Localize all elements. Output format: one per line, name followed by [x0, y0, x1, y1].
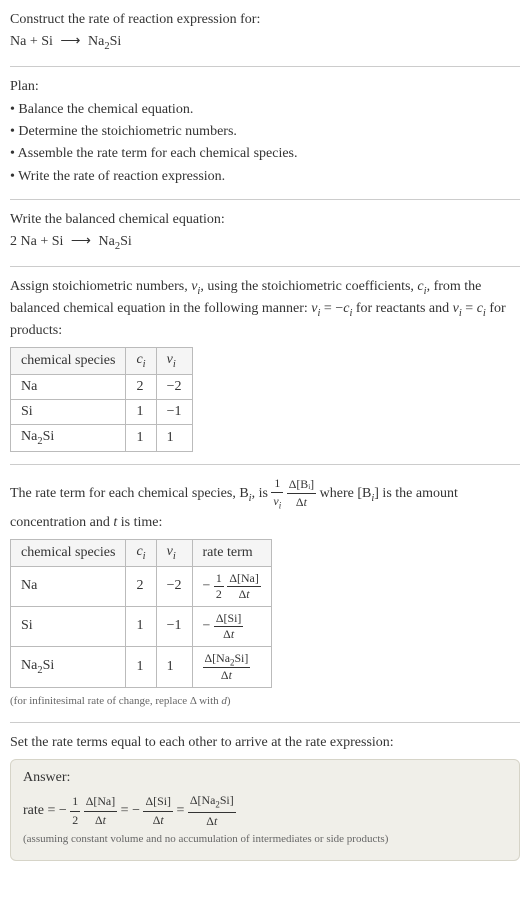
plan-heading: Plan: — [10, 77, 520, 97]
cell-species: Na — [11, 375, 126, 400]
fraction-dna-dt: Δ[Na]Δt — [84, 793, 117, 829]
plus-sign: + — [30, 34, 41, 49]
table-row: Na 2 −2 − 12 Δ[Na]Δt — [11, 566, 272, 606]
cell-species: Si — [11, 400, 126, 425]
table-row: Na2Si 1 1 — [11, 425, 193, 452]
unbalanced-equation: Na + Si ⟶ Na2Si — [10, 32, 520, 54]
fraction-dna-dt: Δ[Na]Δt — [227, 571, 260, 602]
coef-2: 2 — [10, 234, 17, 249]
plan-item: • Determine the stoichiometric numbers. — [10, 122, 520, 142]
rateterm-section: The rate term for each chemical species,… — [10, 475, 520, 710]
cell-species: Na2Si — [11, 646, 126, 687]
fraction-dsi-dt: Δ[Si]Δt — [143, 793, 172, 829]
species-na2si: Na2Si — [88, 34, 121, 49]
final-section: Set the rate terms equal to each other t… — [10, 733, 520, 861]
species-si: Si — [41, 34, 53, 49]
fraction-dbi-dt: Δ[Bᵢ]Δt — [287, 476, 316, 512]
divider — [10, 722, 520, 723]
answer-assumption: (assuming constant volume and no accumul… — [23, 832, 507, 848]
table-header-row: chemical species ci νi — [11, 348, 193, 375]
prompt-section: Construct the rate of reaction expressio… — [10, 10, 520, 54]
cell-species: Na2Si — [11, 425, 126, 452]
rateterm-footnote: (for infinitesimal rate of change, repla… — [10, 694, 520, 710]
plan-section: Plan: • Balance the chemical equation. •… — [10, 77, 520, 186]
divider — [10, 464, 520, 465]
stoich-section: Assign stoichiometric numbers, νi, using… — [10, 277, 520, 452]
col-species: chemical species — [11, 539, 126, 566]
rate-word: rate = — [23, 803, 59, 818]
table-row: Si 1 −1 − Δ[Si]Δt — [11, 606, 272, 646]
rateterm-text: The rate term for each chemical species,… — [10, 475, 520, 533]
cell-ci: 2 — [126, 375, 156, 400]
stoich-table: chemical species ci νi Na 2 −2 Si 1 −1 N… — [10, 347, 193, 452]
fraction-dna2si-dt: Δ[Na2Si]Δt — [203, 651, 251, 683]
balanced-heading: Write the balanced chemical equation: — [10, 210, 520, 230]
cell-nui: −1 — [156, 400, 192, 425]
cell-nui: 1 — [156, 646, 192, 687]
table-header-row: chemical species ci νi rate term — [11, 539, 272, 566]
divider — [10, 199, 520, 200]
answer-label: Answer: — [23, 770, 507, 786]
col-nui: νi — [156, 348, 192, 375]
species-na2si: Na2Si — [99, 234, 132, 249]
cell-ci: 2 — [126, 566, 156, 606]
cell-rateterm: − Δ[Si]Δt — [192, 606, 271, 646]
rateterm-table: chemical species ci νi rate term Na 2 −2… — [10, 539, 272, 688]
cell-ci: 1 — [126, 606, 156, 646]
cell-species: Na — [11, 566, 126, 606]
species-si: Si — [52, 234, 64, 249]
balanced-equation: 2 Na + Si ⟶ Na2Si — [10, 232, 520, 254]
cell-nui: −1 — [156, 606, 192, 646]
col-ci: ci — [126, 348, 156, 375]
cell-rateterm: − 12 Δ[Na]Δt — [192, 566, 271, 606]
final-heading: Set the rate terms equal to each other t… — [10, 733, 520, 753]
col-nui: νi — [156, 539, 192, 566]
table-row: Si 1 −1 — [11, 400, 193, 425]
cell-nui: −2 — [156, 375, 192, 400]
fraction-half: 12 — [70, 793, 80, 829]
fraction-dsi-dt: Δ[Si]Δt — [214, 611, 243, 642]
divider — [10, 66, 520, 67]
divider — [10, 266, 520, 267]
balanced-section: Write the balanced chemical equation: 2 … — [10, 210, 520, 254]
table-row: Na 2 −2 — [11, 375, 193, 400]
cell-rateterm: Δ[Na2Si]Δt — [192, 646, 271, 687]
col-ci: ci — [126, 539, 156, 566]
answer-box: Answer: rate = − 12 Δ[Na]Δt = − Δ[Si]Δt … — [10, 759, 520, 860]
cell-ci: 1 — [126, 646, 156, 687]
plan-item: • Write the rate of reaction expression. — [10, 167, 520, 187]
species-na: Na — [10, 34, 26, 49]
table-row: Na2Si 1 1 Δ[Na2Si]Δt — [11, 646, 272, 687]
cell-species: Si — [11, 606, 126, 646]
fraction-dna2si-dt: Δ[Na2Si]Δt — [188, 792, 236, 830]
rate-expression: rate = − 12 Δ[Na]Δt = − Δ[Si]Δt = Δ[Na2S… — [23, 792, 507, 830]
plan-item: • Balance the chemical equation. — [10, 100, 520, 120]
plus-sign: + — [40, 234, 48, 249]
fraction-1-over-nui: 1νi — [271, 475, 283, 513]
fraction-half: 12 — [214, 571, 224, 602]
reaction-arrow: ⟶ — [56, 32, 84, 52]
cell-ci: 1 — [126, 400, 156, 425]
cell-nui: −2 — [156, 566, 192, 606]
col-species: chemical species — [11, 348, 126, 375]
stoich-text: Assign stoichiometric numbers, νi, using… — [10, 277, 520, 341]
cell-nui: 1 — [156, 425, 192, 452]
reaction-arrow: ⟶ — [67, 232, 95, 252]
prompt-title: Construct the rate of reaction expressio… — [10, 10, 520, 30]
col-rateterm: rate term — [192, 539, 271, 566]
cell-ci: 1 — [126, 425, 156, 452]
species-na: Na — [21, 234, 37, 249]
plan-item: • Assemble the rate term for each chemic… — [10, 144, 520, 164]
